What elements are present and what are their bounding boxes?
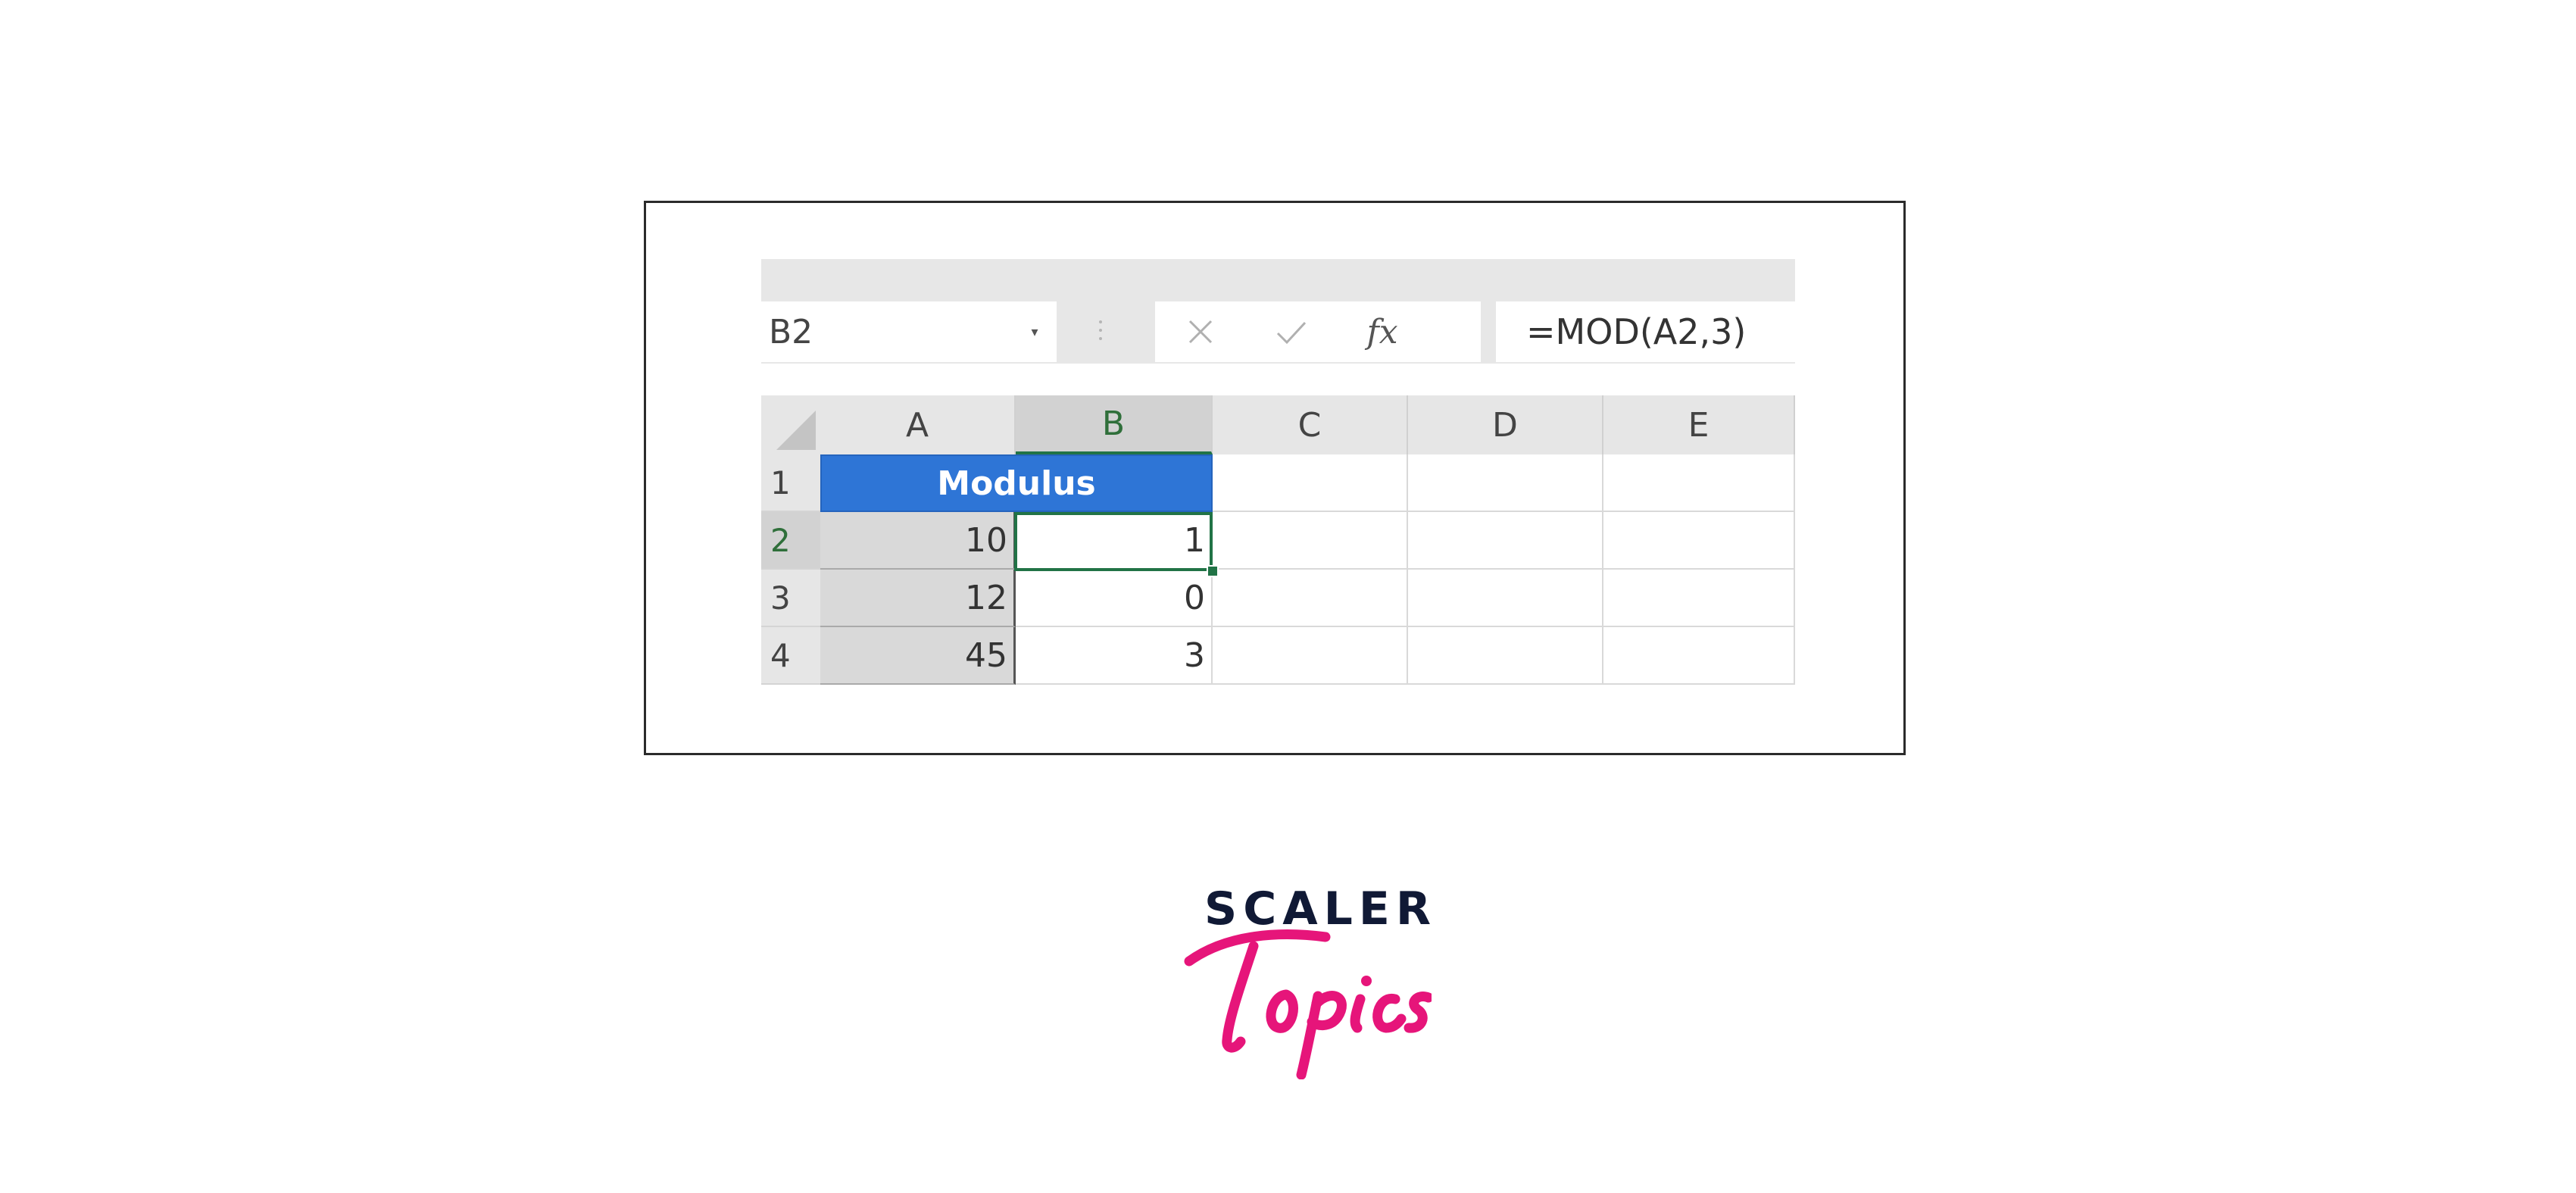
- name-box-value: B2: [769, 312, 813, 351]
- scaler-topics-logo: SCALER: [1182, 882, 1432, 1079]
- enter-check-icon[interactable]: [1246, 301, 1337, 362]
- cell-c1[interactable]: [1213, 454, 1408, 512]
- row-header-1[interactable]: 1: [761, 454, 820, 512]
- cell-e2[interactable]: [1603, 512, 1795, 570]
- ribbon-strip: [761, 259, 1795, 295]
- cell-d2[interactable]: [1408, 512, 1603, 570]
- cell-a4[interactable]: 45: [820, 627, 1016, 685]
- column-header-a[interactable]: A: [820, 395, 1016, 454]
- cell-e1[interactable]: [1603, 454, 1795, 512]
- formula-buttons: fx: [1155, 301, 1481, 362]
- formula-input[interactable]: =MOD(A2,3): [1496, 301, 1795, 362]
- column-header-d[interactable]: D: [1408, 395, 1603, 454]
- cell-a1-modulus-header[interactable]: Modulus: [820, 454, 1213, 512]
- cell-a2[interactable]: 10: [820, 512, 1016, 570]
- column-header-b[interactable]: B: [1016, 395, 1213, 454]
- formula-bar-row: B2 ▾ fx =MOD(A2,3): [761, 295, 1795, 364]
- formula-text: =MOD(A2,3): [1526, 311, 1747, 352]
- row-header-2[interactable]: 2: [761, 512, 820, 570]
- cell-d3[interactable]: [1408, 570, 1603, 627]
- name-box[interactable]: B2 ▾: [761, 301, 1057, 362]
- cell-b3[interactable]: 0: [1016, 570, 1213, 627]
- select-all-corner-icon[interactable]: [761, 395, 822, 454]
- grip-separator[interactable]: [1097, 303, 1104, 358]
- excel-window: B2 ▾ fx =MOD(A2,3) A B C D E 1 2 3 4 Mod…: [761, 259, 1795, 688]
- cell-e3[interactable]: [1603, 570, 1795, 627]
- column-header-e[interactable]: E: [1603, 395, 1795, 454]
- cell-a3[interactable]: 12: [820, 570, 1016, 627]
- cell-b4[interactable]: 3: [1016, 627, 1213, 685]
- column-header-c[interactable]: C: [1213, 395, 1408, 454]
- cell-d1[interactable]: [1408, 454, 1603, 512]
- cell-c4[interactable]: [1213, 627, 1408, 685]
- fill-handle[interactable]: [1207, 565, 1219, 577]
- cell-c3[interactable]: [1213, 570, 1408, 627]
- insert-function-icon[interactable]: fx: [1337, 301, 1428, 362]
- dropdown-caret-icon[interactable]: ▾: [1023, 324, 1046, 340]
- insert-function-label: fx: [1366, 312, 1398, 351]
- cancel-icon[interactable]: [1155, 301, 1246, 362]
- row-header-3[interactable]: 3: [761, 570, 820, 627]
- row-header-4[interactable]: 4: [761, 627, 820, 685]
- cell-e4[interactable]: [1603, 627, 1795, 685]
- cell-c2[interactable]: [1213, 512, 1408, 570]
- cell-d4[interactable]: [1408, 627, 1603, 685]
- cell-b2[interactable]: 1: [1016, 512, 1213, 570]
- logo-wordmark-topics: [1184, 929, 1432, 1079]
